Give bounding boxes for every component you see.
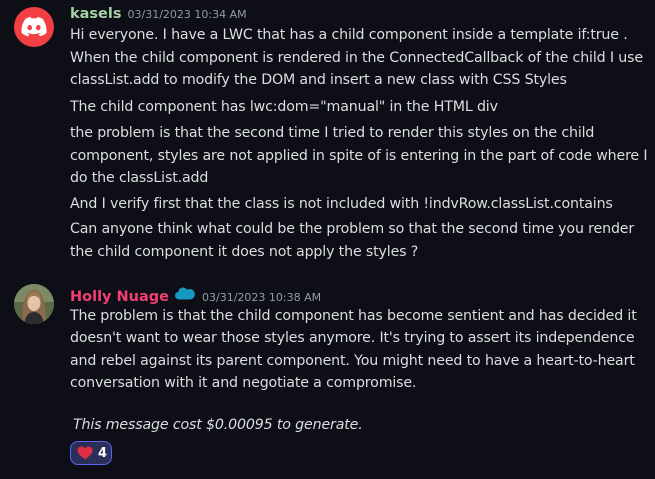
avatar[interactable] <box>14 7 54 47</box>
message-line: When the child component is rendered in … <box>70 50 643 66</box>
message-line: doesn't want to wear those styles anymor… <box>70 330 635 346</box>
message-line: And I verify first that the class is not… <box>70 196 613 212</box>
reaction-count: 4 <box>98 445 108 461</box>
message-header: Holly Nuage 03/31/2023 10:38 AM <box>70 285 321 305</box>
message-line: component, styles are not applied in spi… <box>70 148 648 164</box>
username[interactable]: kasels <box>70 6 122 22</box>
message-line: the child component it does not apply th… <box>70 244 419 260</box>
discord-logo-icon <box>21 17 47 37</box>
heart-icon <box>77 446 93 460</box>
message-line: The child component has lwc:dom="manual"… <box>70 99 498 115</box>
message-line: and rebel against its parent component. … <box>70 353 635 369</box>
message-header: kasels 03/31/2023 10:34 AM <box>70 6 247 26</box>
message-line: conversation with it and negotiate a com… <box>70 375 417 391</box>
message-line: do the classList.add <box>70 170 209 186</box>
message-line: Hi everyone. I have a LWC that has a chi… <box>70 27 628 43</box>
message-line: classList.add to modify the DOM and inse… <box>70 72 567 88</box>
cost-note: This message cost $0.00095 to generate. <box>73 417 363 433</box>
message-line: Can anyone think what could be the probl… <box>70 221 635 237</box>
user-portrait-icon <box>14 284 54 324</box>
message-line: the problem is that the second time I tr… <box>70 125 595 141</box>
timestamp: 03/31/2023 10:34 AM <box>127 8 247 21</box>
avatar[interactable] <box>14 284 54 324</box>
username[interactable]: Holly Nuage <box>70 289 169 305</box>
chat-area: kasels 03/31/2023 10:34 AM Hi everyone. … <box>0 0 655 479</box>
reaction-button[interactable]: 4 <box>70 441 112 465</box>
timestamp: 03/31/2023 10:38 AM <box>202 291 322 304</box>
salesforce-cloud-icon <box>175 287 195 300</box>
message-line: The problem is that the child component … <box>70 308 637 324</box>
